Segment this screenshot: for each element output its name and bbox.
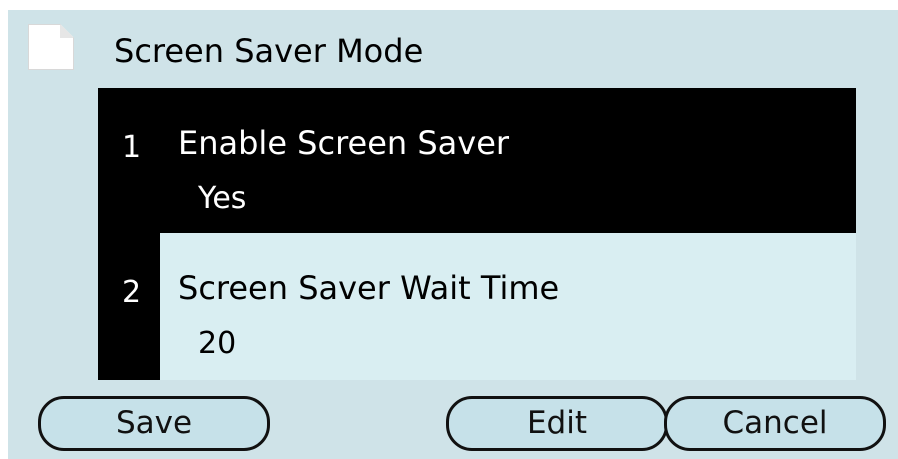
item-value: 20: [198, 326, 237, 361]
edit-button[interactable]: Edit: [446, 396, 668, 451]
item-number: 2: [122, 275, 142, 310]
document-icon: [28, 24, 74, 70]
list-item-enable-screen-saver[interactable]: 1 Enable Screen Saver Yes: [98, 88, 856, 233]
item-label: Screen Saver Wait Time: [178, 269, 560, 307]
item-number: 1: [122, 130, 142, 165]
item-value: Yes: [198, 181, 247, 216]
item-label: Enable Screen Saver: [178, 124, 510, 162]
phone-screen: Screen Saver Mode 1 Enable Screen Saver …: [8, 10, 898, 459]
cancel-button[interactable]: Cancel: [664, 396, 886, 451]
settings-list: 1 Enable Screen Saver Yes 2 Screen Saver…: [98, 88, 856, 380]
page-title: Screen Saver Mode: [114, 32, 424, 70]
list-item-screen-saver-wait-time[interactable]: 2 Screen Saver Wait Time 20: [98, 233, 856, 380]
save-button[interactable]: Save: [38, 396, 270, 451]
